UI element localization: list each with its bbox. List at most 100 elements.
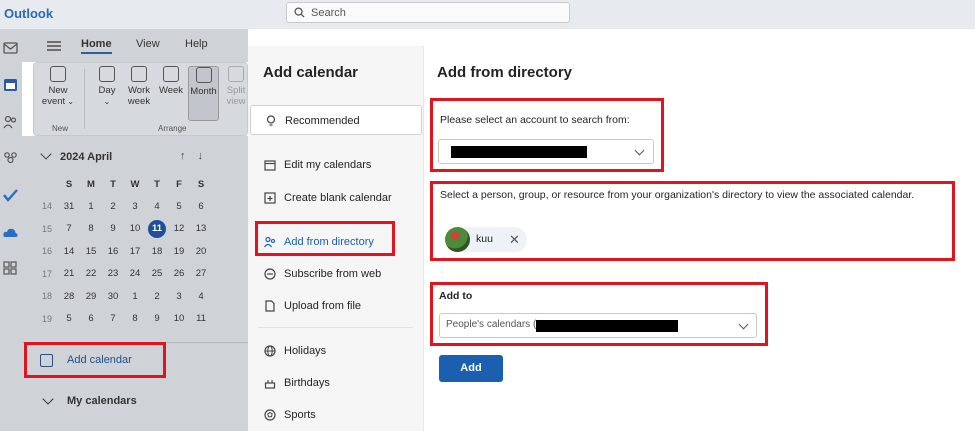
people-icon[interactable]	[3, 115, 18, 129]
calendar-day[interactable]: 11	[190, 308, 212, 331]
app-rail	[0, 29, 22, 431]
calendar-day[interactable]: 26	[168, 263, 190, 286]
person-chip[interactable]: kuu ✕	[445, 227, 527, 252]
close-icon[interactable]: ✕	[509, 232, 520, 248]
todo-check-icon[interactable]	[3, 188, 18, 202]
calendar-day[interactable]: 6	[80, 308, 102, 331]
calendar-day[interactable]: 4	[146, 195, 168, 218]
calendar-day[interactable]: 10	[124, 218, 146, 241]
calendar-day[interactable]: 7	[58, 218, 80, 241]
apps-grid-icon[interactable]	[3, 261, 18, 275]
split-view-button[interactable]: Split view	[223, 66, 249, 107]
tab-help[interactable]: Help	[185, 38, 208, 50]
calendar-day[interactable]: 7	[102, 308, 124, 331]
work-week-button[interactable]: Work week	[125, 66, 153, 107]
account-select[interactable]	[438, 139, 654, 164]
onedrive-cloud-icon[interactable]	[3, 225, 18, 239]
calendar-day[interactable]: 2	[102, 195, 124, 218]
nav-item-birthdays[interactable]: Birthdays	[250, 368, 422, 398]
calendar-day[interactable]: 27	[190, 263, 212, 286]
week-view-button[interactable]: Week	[157, 66, 185, 96]
add-calendar-button[interactable]: Add calendar	[24, 342, 166, 378]
nav-item-create-blank[interactable]: Create blank calendar	[250, 183, 422, 213]
calendar-day[interactable]: 12	[168, 218, 190, 241]
calendar-day[interactable]: 9	[102, 218, 124, 241]
calendar-day[interactable]: 3	[124, 195, 146, 218]
week-number: 19	[41, 313, 52, 324]
calendar-day[interactable]: 6	[190, 195, 212, 218]
globe-icon	[264, 345, 276, 357]
calendar-day[interactable]: 24	[124, 263, 146, 286]
next-month-arrow-icon[interactable]: ↓	[198, 150, 204, 162]
calendar-day[interactable]: 23	[102, 263, 124, 286]
hamburger-menu-icon[interactable]	[47, 41, 61, 51]
calendar-day[interactable]: 17	[124, 240, 146, 263]
calendar-day[interactable]: 9	[146, 308, 168, 331]
calendar-day[interactable]: 8	[80, 218, 102, 241]
edit-calendar-icon	[264, 160, 276, 171]
calendar-day[interactable]: 2	[146, 285, 168, 308]
directory-label: Select a person, group, or resource from…	[440, 189, 915, 201]
calendar-day[interactable]: 13	[190, 218, 212, 241]
calendar-day[interactable]: 1	[80, 195, 102, 218]
calendar-day[interactable]: 16	[102, 240, 124, 263]
nav-item-holidays[interactable]: Holidays	[250, 336, 422, 366]
calendar-day[interactable]: 19	[168, 240, 190, 263]
calendar-day[interactable]: 22	[80, 263, 102, 286]
highlight-box-nav	[255, 221, 395, 256]
calendar-day[interactable]: 18	[146, 240, 168, 263]
sports-ball-icon	[264, 409, 276, 421]
nav-item-upload-file[interactable]: Upload from file	[250, 291, 422, 321]
add-calendar-label: Add calendar	[67, 354, 132, 366]
search-input[interactable]: Search	[311, 7, 346, 19]
search-box[interactable]: Search	[286, 2, 570, 23]
calendar-day[interactable]: 30	[102, 285, 124, 308]
add-to-select[interactable]: People's calendars (	[439, 313, 757, 338]
previous-month-arrow-icon[interactable]: ↑	[180, 150, 186, 162]
weekday-label: F	[176, 179, 182, 190]
groups-icon[interactable]	[3, 151, 18, 165]
nav-item-sports[interactable]: Sports	[250, 400, 422, 430]
calendar-day[interactable]: 1	[124, 285, 146, 308]
week-view-icon	[163, 66, 179, 82]
tab-view[interactable]: View	[136, 38, 160, 50]
avatar	[445, 227, 470, 252]
redacted-account	[451, 146, 587, 158]
calendar-week-row: 15 7 8 9 10 11 12 13	[36, 218, 212, 241]
mini-calendar-header[interactable]: 2024 April	[40, 148, 112, 163]
calendar-day[interactable]: 25	[146, 263, 168, 286]
ribbon-divider	[84, 69, 85, 129]
calendar-day[interactable]: 10	[168, 308, 190, 331]
month-view-button[interactable]: Month	[188, 66, 219, 121]
calendar-day[interactable]: 11	[146, 218, 168, 241]
calendar-day[interactable]: 15	[80, 240, 102, 263]
calendar-day[interactable]: 21	[58, 263, 80, 286]
calendar-day[interactable]: 20	[190, 240, 212, 263]
ribbon-tab-bar: Home View Help	[22, 29, 248, 62]
document-icon	[265, 300, 275, 312]
chevron-down-icon	[40, 148, 52, 160]
add-button[interactable]: Add	[439, 355, 503, 382]
calendar-day[interactable]: 3	[168, 285, 190, 308]
my-calendars-section[interactable]: My calendars	[22, 386, 248, 431]
app-brand[interactable]: Outlook	[4, 6, 53, 21]
calendar-icon[interactable]	[3, 78, 18, 92]
calendar-day[interactable]: 29	[80, 285, 102, 308]
nav-item-edit-calendars[interactable]: Edit my calendars	[250, 150, 422, 180]
calendar-day[interactable]: 28	[58, 285, 80, 308]
day-view-button[interactable]: Day ⌄	[92, 66, 122, 107]
mini-calendar-grid: S M T W T F S 14 31 1 2 3 4 5 6 15 7 8 9 10 11 12 13 16 1…	[36, 174, 212, 330]
add-to-label: Add to	[439, 290, 473, 302]
tab-home[interactable]: Home	[81, 38, 112, 54]
calendar-day[interactable]: 5	[168, 195, 190, 218]
nav-item-recommended[interactable]: Recommended	[250, 105, 422, 135]
calendar-day[interactable]: 31	[58, 195, 80, 218]
weekday-label: M	[87, 179, 95, 190]
calendar-day[interactable]: 5	[58, 308, 80, 331]
nav-item-subscribe-web[interactable]: Subscribe from web	[250, 259, 422, 289]
calendar-day[interactable]: 8	[124, 308, 146, 331]
calendar-day[interactable]: 14	[58, 240, 80, 263]
new-event-button[interactable]: New event ⌄	[40, 66, 76, 107]
calendar-day[interactable]: 4	[190, 285, 212, 308]
mail-icon[interactable]	[3, 41, 18, 55]
